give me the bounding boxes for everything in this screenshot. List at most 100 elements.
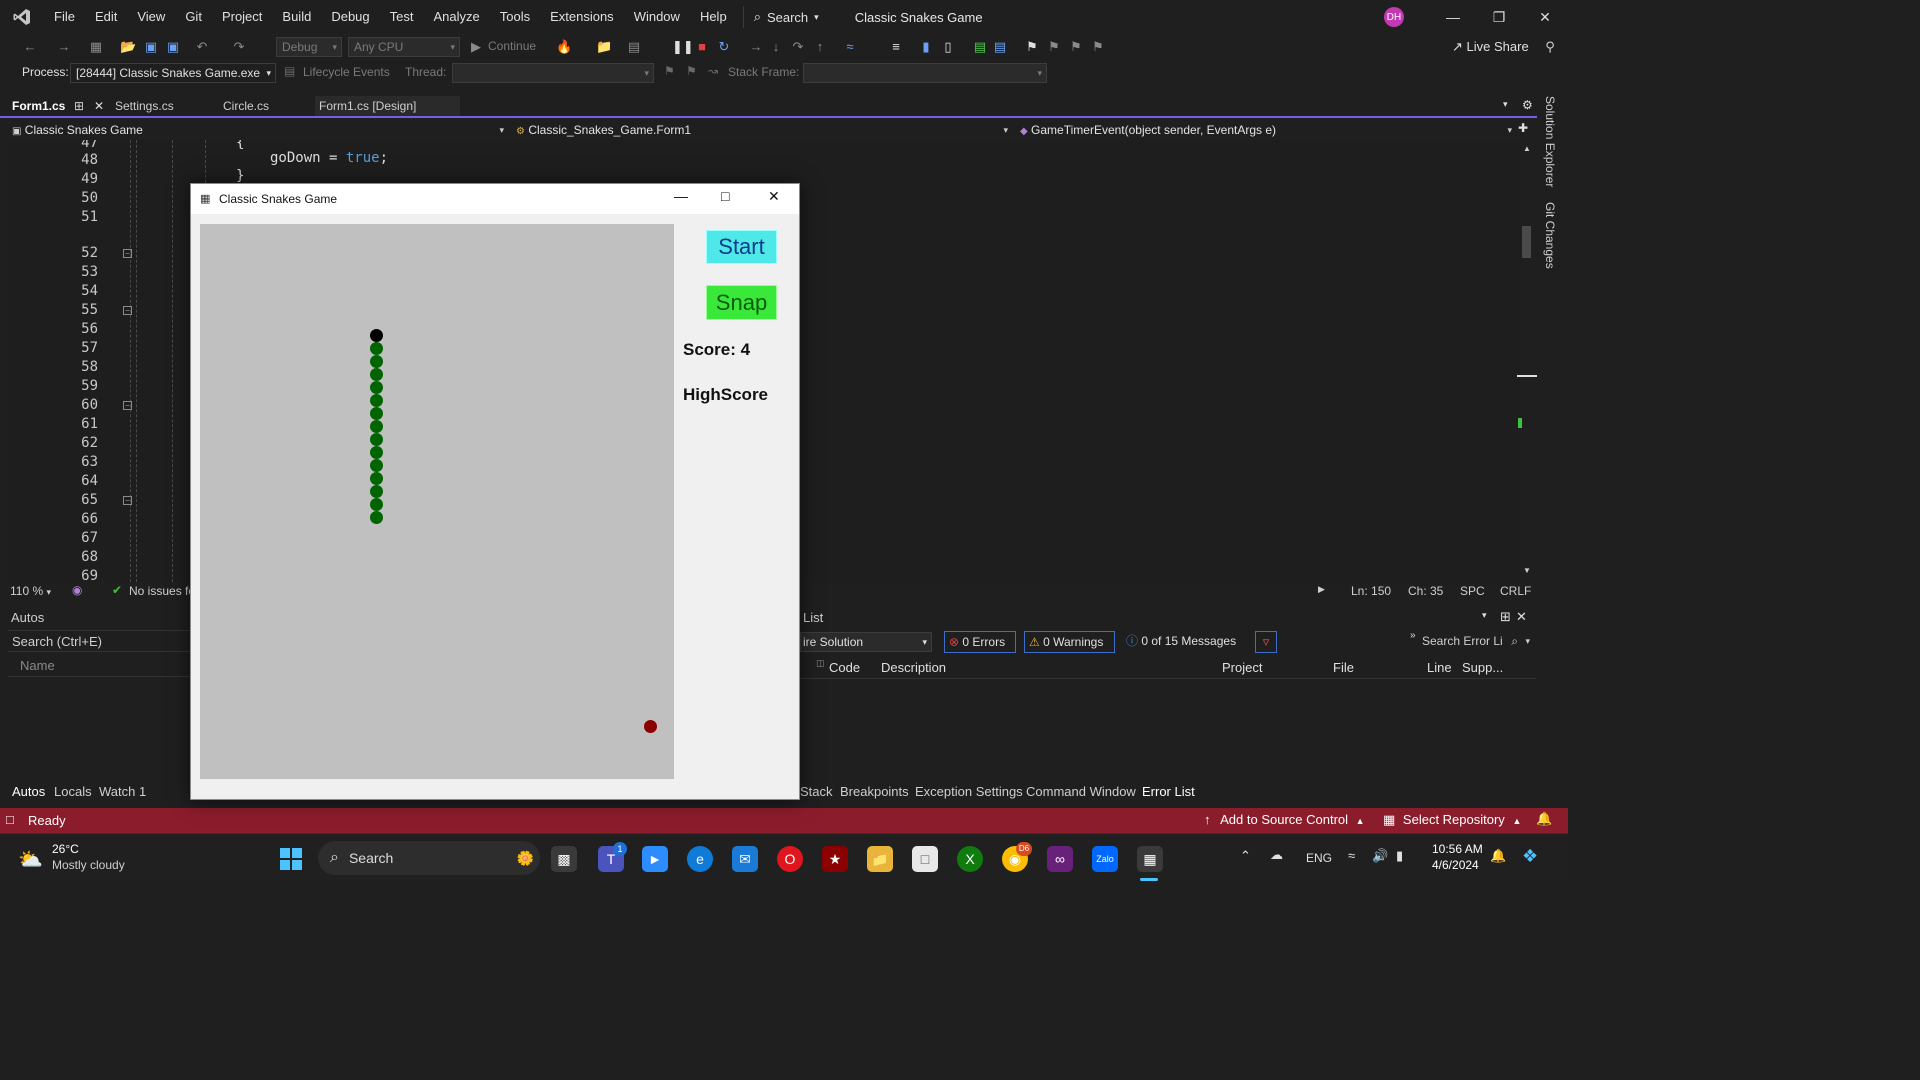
tab-error-list[interactable]: Error List: [1142, 784, 1195, 799]
menu-item-file[interactable]: File: [44, 0, 85, 34]
threads-icon[interactable]: ▮: [918, 39, 934, 55]
tab-settings-cs[interactable]: Settings.cs: [111, 96, 215, 116]
game-close-button[interactable]: ✕: [768, 188, 780, 205]
layout-icon[interactable]: ▤: [626, 39, 642, 55]
tab-command-window[interactable]: Command Window: [1026, 784, 1136, 799]
thread-flag-icon[interactable]: ⚑: [686, 64, 697, 78]
step-over-icon[interactable]: ↷: [790, 39, 806, 55]
restart-icon[interactable]: ↻: [716, 39, 732, 55]
menu-item-help[interactable]: Help: [690, 0, 737, 34]
snap-button[interactable]: Snap: [706, 285, 777, 320]
game-window-titlebar[interactable]: ▦ Classic Snakes Game — □ ✕: [191, 184, 799, 214]
volume-icon[interactable]: 🔊: [1372, 848, 1388, 864]
issues-status[interactable]: No issues fo: [129, 584, 195, 598]
pause-icon[interactable]: ❚❚: [672, 39, 694, 55]
lifecycle-events-dropdown[interactable]: Lifecycle Events: [303, 65, 390, 79]
visual-studio-logo-icon[interactable]: [0, 0, 44, 34]
save-icon[interactable]: ▣: [143, 39, 159, 55]
notifications-bell-icon[interactable]: 🔔: [1536, 811, 1552, 827]
xbox-icon[interactable]: X: [957, 846, 983, 872]
column-line[interactable]: Line: [1427, 660, 1452, 675]
platform-dropdown[interactable]: Any CPU ▾: [348, 37, 460, 57]
edge-icon[interactable]: e: [687, 846, 713, 872]
settings-gear-icon[interactable]: ⚙: [1522, 98, 1533, 112]
live-share-button[interactable]: ↗ Live Share: [1452, 39, 1529, 55]
messages-filter-toggle[interactable]: ⓘ 0 of 15 Messages: [1124, 631, 1246, 653]
column-indicator[interactable]: Ch: 35: [1408, 584, 1443, 598]
new-project-icon[interactable]: ▦: [88, 39, 104, 55]
file-explorer-icon[interactable]: 📁: [867, 846, 893, 872]
game-app-icon[interactable]: ★: [822, 846, 848, 872]
browse-icon[interactable]: 📁: [596, 39, 612, 55]
show-next-statement-icon[interactable]: →: [748, 39, 764, 55]
redo-icon[interactable]: ↷: [231, 39, 247, 55]
solution-explorer-tab[interactable]: Solution Explorer: [1543, 96, 1557, 187]
flag-icon[interactable]: ⚑: [664, 64, 675, 78]
bookmark-next-icon[interactable]: ⚑: [1068, 39, 1084, 55]
hot-path-icon[interactable]: ≈: [842, 39, 858, 55]
menu-item-analyze[interactable]: Analyze: [423, 0, 489, 34]
avatar[interactable]: DH: [1384, 7, 1404, 27]
fold-toggle-icon[interactable]: −: [123, 249, 132, 258]
column-code[interactable]: Code: [829, 660, 860, 675]
start-button[interactable]: Start: [706, 230, 777, 264]
member-dropdown[interactable]: ◆ GameTimerEvent(object sender, EventArg…: [1016, 121, 1516, 139]
tab-breakpoints[interactable]: Breakpoints: [840, 784, 909, 799]
weather-temp[interactable]: 26°C: [52, 842, 79, 856]
comment-icon[interactable]: ▤: [972, 39, 988, 55]
task-view-icon[interactable]: ▩: [551, 846, 577, 872]
forward-icon[interactable]: →: [56, 39, 72, 55]
save-all-icon[interactable]: ▣: [165, 39, 181, 55]
overflow-icon[interactable]: »: [1410, 630, 1416, 641]
stack-frame-dropdown[interactable]: ▾: [803, 63, 1047, 83]
menu-item-extensions[interactable]: Extensions: [540, 0, 624, 34]
feedback-icon[interactable]: ⚲: [1542, 39, 1558, 55]
filter-button[interactable]: ▿: [1255, 631, 1277, 653]
scroll-up-icon[interactable]: ▲: [1523, 144, 1531, 153]
continue-button[interactable]: Continue: [488, 39, 536, 53]
error-search-input[interactable]: Search Error Li ⌕ ▾: [1420, 632, 1532, 652]
close-panel-icon[interactable]: ✕: [1516, 609, 1527, 625]
battery-icon[interactable]: ▮: [1396, 848, 1403, 864]
stop-icon[interactable]: ■: [694, 39, 710, 55]
column-suppression[interactable]: Supp...: [1462, 660, 1503, 675]
thread-dropdown[interactable]: ▾: [452, 63, 654, 83]
clock-date[interactable]: 4/6/2024: [1432, 858, 1479, 872]
tab-call-stack[interactable]: Stack: [800, 784, 833, 799]
scroll-down-icon[interactable]: ▼: [1523, 566, 1531, 575]
menu-item-test[interactable]: Test: [380, 0, 424, 34]
stack-icon[interactable]: ↝: [708, 64, 718, 78]
panel-menu-icon[interactable]: ▾: [1482, 610, 1487, 621]
game-minimize-button[interactable]: —: [674, 188, 688, 204]
menu-item-debug[interactable]: Debug: [321, 0, 379, 34]
input-language[interactable]: ENG: [1306, 851, 1332, 865]
menu-item-build[interactable]: Build: [272, 0, 321, 34]
scroll-right-icon[interactable]: ▶: [1318, 584, 1325, 595]
fold-toggle-icon[interactable]: −: [123, 496, 132, 505]
restore-button[interactable]: ❐: [1476, 0, 1522, 34]
git-changes-tab[interactable]: Git Changes: [1543, 202, 1557, 269]
scroll-thumb[interactable]: [1522, 226, 1531, 258]
close-tab-icon[interactable]: ✕: [94, 96, 104, 116]
global-search-button[interactable]: ⌕ Search ▾: [742, 6, 829, 28]
menu-item-edit[interactable]: Edit: [85, 0, 127, 34]
zoom-icon[interactable]: ►: [642, 846, 668, 872]
weather-cloud-icon[interactable]: ⛅: [18, 847, 43, 872]
menu-item-window[interactable]: Window: [624, 0, 690, 34]
play-icon[interactable]: ▶: [468, 39, 484, 55]
editor-vertical-scrollbar[interactable]: ▲ ▼: [1517, 140, 1537, 582]
game-board[interactable]: [200, 224, 674, 779]
column-project[interactable]: Project: [1222, 660, 1262, 675]
class-dropdown[interactable]: ⚙ Classic_Snakes_Game.Form1 ▾: [512, 121, 1012, 139]
whitespace-indicator[interactable]: SPC: [1460, 584, 1485, 598]
notification-bell-icon[interactable]: 🔔: [1490, 848, 1506, 864]
parallel-icon[interactable]: ▯: [940, 39, 956, 55]
menu-item-git[interactable]: Git: [175, 0, 212, 34]
blank-document-icon[interactable]: □: [912, 846, 938, 872]
tab-form1-design[interactable]: Form1.cs [Design]: [315, 96, 460, 116]
zalo-icon[interactable]: Zalo: [1092, 846, 1118, 872]
codelens-icon[interactable]: ≡: [888, 39, 904, 55]
tab-circle-cs[interactable]: Circle.cs: [219, 96, 309, 116]
tab-autos[interactable]: Autos: [12, 784, 45, 799]
menu-item-view[interactable]: View: [127, 0, 175, 34]
